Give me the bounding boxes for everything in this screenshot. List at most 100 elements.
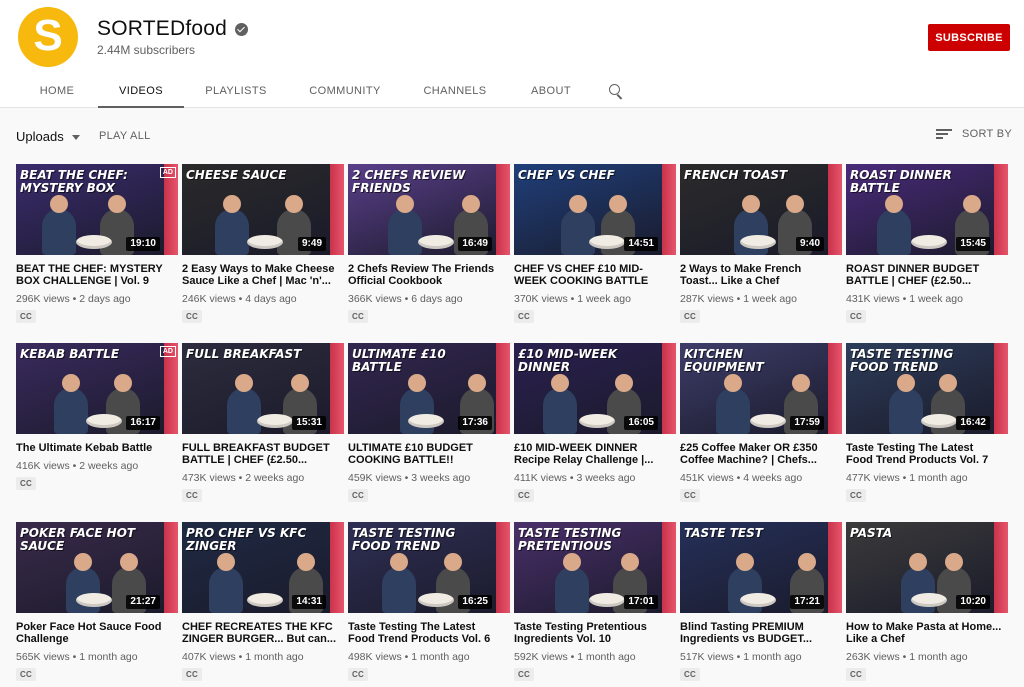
video-card[interactable]: ROAST DINNER BATTLE 15:45 ROAST DINNER B… xyxy=(846,164,1008,343)
video-card[interactable]: 2 Chefs Review FRIENDS 16:49 2 Chefs Rev… xyxy=(348,164,510,343)
video-title[interactable]: £10 MID-WEEK DINNER Recipe Relay Challen… xyxy=(514,442,676,466)
video-meta: 370K views • 1 week ago xyxy=(514,293,676,305)
sort-by-button[interactable]: SORT BY xyxy=(936,128,1012,140)
video-title[interactable]: BEAT THE CHEF: MYSTERY BOX CHALLENGE | V… xyxy=(16,263,178,287)
video-title[interactable]: £25 Coffee Maker OR £350 Coffee Machine?… xyxy=(680,442,842,466)
cc-badge: CC xyxy=(182,310,202,323)
video-card[interactable]: KEBAB BATTLE AD 16:17 The Ultimate Kebab… xyxy=(16,343,178,522)
video-card[interactable]: KITCHEN EQUIPMENT 17:59 £25 Coffee Maker… xyxy=(680,343,842,522)
video-title[interactable]: How to Make Pasta at Home... Like a Chef xyxy=(846,621,1008,645)
video-thumbnail[interactable]: TASTE TESTING Food Trend 16:25 xyxy=(348,522,510,613)
video-meta: 431K views • 1 week ago xyxy=(846,293,1008,305)
thumbnail-plate xyxy=(589,235,625,249)
cc-badge: CC xyxy=(514,668,534,681)
tab-search[interactable] xyxy=(594,74,634,108)
video-title[interactable]: 2 Ways to Make French Toast... Like a Ch… xyxy=(680,263,842,287)
video-title[interactable]: Blind Tasting PREMIUM Ingredients vs BUD… xyxy=(680,621,842,645)
thumbnail-text: KEBAB BATTLE xyxy=(20,347,120,361)
video-thumbnail[interactable]: 2 Chefs Review FRIENDS 16:49 xyxy=(348,164,510,255)
video-card[interactable]: ULTIMATE £10 BATTLE 17:36 ULTIMATE £10 B… xyxy=(348,343,510,522)
thumbnail-plate xyxy=(418,593,454,607)
video-card[interactable]: TASTE TESTING Food Trend 16:25 Taste Tes… xyxy=(348,522,510,687)
upload-age: 6 days ago xyxy=(411,293,463,305)
video-card[interactable]: PRO CHEF vs KFC ZINGER 14:31 CHEF RECREA… xyxy=(182,522,344,687)
tab-home[interactable]: HOME xyxy=(16,74,98,108)
search-icon xyxy=(608,83,624,99)
video-title[interactable]: Taste Testing The Latest Food Trend Prod… xyxy=(348,621,510,645)
video-thumbnail[interactable]: CHEF vs CHEF 14:51 xyxy=(514,164,676,255)
thumbnail-text: BEAT THE CHEF: MYSTERY BOX xyxy=(20,168,128,195)
video-title[interactable]: ULTIMATE £10 BUDGET COOKING BATTLE!! xyxy=(348,442,510,466)
video-card[interactable]: TASTE TESTING Pretentious 17:01 Taste Te… xyxy=(514,522,676,687)
video-card[interactable]: CHEF vs CHEF 14:51 CHEF VS CHEF £10 MID-… xyxy=(514,164,676,343)
cc-badge: CC xyxy=(182,489,202,502)
video-thumbnail[interactable]: TASTE TESTING Food Trend 16:42 xyxy=(846,343,1008,434)
thumbnail-plate xyxy=(247,593,283,607)
view-count: 263K views xyxy=(846,651,900,663)
cc-badge: CC xyxy=(514,310,534,323)
video-card[interactable]: CHEESE SAUCE 9:49 2 Easy Ways to Make Ch… xyxy=(182,164,344,343)
video-card[interactable]: POKER FACE hot sauce 21:27 Poker Face Ho… xyxy=(16,522,178,687)
channel-avatar[interactable]: S xyxy=(18,7,78,67)
tab-playlists[interactable]: PLAYLISTS xyxy=(184,74,288,108)
view-count: 411K views xyxy=(514,472,567,484)
thumbnail-text: TASTE TEST xyxy=(684,526,763,540)
video-thumbnail[interactable]: TASTE TESTING Pretentious 17:01 xyxy=(514,522,676,613)
video-title[interactable]: 2 Chefs Review The Friends Official Cook… xyxy=(348,263,510,287)
video-title[interactable]: FULL BREAKFAST BUDGET BATTLE | CHEF (£2.… xyxy=(182,442,344,466)
video-title[interactable]: Taste Testing The Latest Food Trend Prod… xyxy=(846,442,1008,466)
video-thumbnail[interactable]: FULL BREAKFAST 15:31 xyxy=(182,343,344,434)
video-thumbnail[interactable]: ROAST DINNER BATTLE 15:45 xyxy=(846,164,1008,255)
video-thumbnail[interactable]: BEAT THE CHEF: MYSTERY BOX AD 19:10 xyxy=(16,164,178,255)
video-title[interactable]: CHEF VS CHEF £10 MID-WEEK COOKING BATTLE xyxy=(514,263,676,287)
video-card[interactable]: TASTE TESTING Food Trend 16:42 Taste Tes… xyxy=(846,343,1008,522)
tab-community[interactable]: COMMUNITY xyxy=(288,74,402,108)
tab-channels[interactable]: CHANNELS xyxy=(402,74,508,108)
verified-check-icon xyxy=(235,22,248,36)
video-card[interactable]: TASTE TEST 17:21 Blind Tasting PREMIUM I… xyxy=(680,522,842,687)
video-card[interactable]: BEAT THE CHEF: MYSTERY BOX AD 19:10 BEAT… xyxy=(16,164,178,343)
video-title[interactable]: Poker Face Hot Sauce Food Challenge xyxy=(16,621,178,645)
video-card[interactable]: FRENCH TOAST 9:40 2 Ways to Make French … xyxy=(680,164,842,343)
video-thumbnail[interactable]: ULTIMATE £10 BATTLE 17:36 xyxy=(348,343,510,434)
thumbnail-book-spine xyxy=(330,343,344,434)
video-thumbnail[interactable]: PASTA 10:20 xyxy=(846,522,1008,613)
thumbnail-person-1 xyxy=(561,195,595,255)
play-all-button[interactable]: PLAY ALL xyxy=(99,130,151,142)
video-title[interactable]: CHEF RECREATES THE KFC ZINGER BURGER... … xyxy=(182,621,344,645)
video-thumbnail[interactable]: CHEESE SAUCE 9:49 xyxy=(182,164,344,255)
video-thumbnail[interactable]: KEBAB BATTLE AD 16:17 xyxy=(16,343,178,434)
thumbnail-text: KITCHEN EQUIPMENT xyxy=(684,347,764,374)
video-duration: 19:10 xyxy=(126,237,160,251)
video-thumbnail[interactable]: £10 MID-WEEK DINNER 16:05 xyxy=(514,343,676,434)
video-title[interactable]: ROAST DINNER BUDGET BATTLE | CHEF (£2.50… xyxy=(846,263,1008,287)
thumbnail-plate xyxy=(76,235,112,249)
video-title[interactable]: 2 Easy Ways to Make Cheese Sauce Like a … xyxy=(182,263,344,287)
video-title[interactable]: Taste Testing Pretentious Ingredients Vo… xyxy=(514,621,676,645)
thumbnail-book-spine xyxy=(662,343,676,434)
thumbnail-book-spine xyxy=(330,522,344,613)
video-title[interactable]: The Ultimate Kebab Battle xyxy=(16,442,178,454)
video-meta: 246K views • 4 days ago xyxy=(182,293,344,305)
video-thumbnail[interactable]: PRO CHEF vs KFC ZINGER 14:31 xyxy=(182,522,344,613)
video-card[interactable]: £10 MID-WEEK DINNER 16:05 £10 MID-WEEK D… xyxy=(514,343,676,522)
video-duration: 15:45 xyxy=(956,237,990,251)
thumbnail-text: FULL BREAKFAST xyxy=(186,347,302,361)
cc-badge: CC xyxy=(348,310,368,323)
video-card[interactable]: FULL BREAKFAST 15:31 FULL BREAKFAST BUDG… xyxy=(182,343,344,522)
video-duration: 17:59 xyxy=(790,416,824,430)
video-thumbnail[interactable]: KITCHEN EQUIPMENT 17:59 xyxy=(680,343,842,434)
thumbnail-person-1 xyxy=(382,553,416,613)
video-card[interactable]: PASTA 10:20 How to Make Pasta at Home...… xyxy=(846,522,1008,687)
thumbnail-plate xyxy=(911,593,947,607)
tab-videos[interactable]: VIDEOS xyxy=(98,74,184,108)
uploads-dropdown[interactable]: Uploads xyxy=(16,129,80,144)
tab-about[interactable]: ABOUT xyxy=(508,74,594,108)
video-thumbnail[interactable]: POKER FACE hot sauce 21:27 xyxy=(16,522,178,613)
cc-badge: CC xyxy=(348,489,368,502)
upload-age: 1 month ago xyxy=(743,651,802,663)
view-count: 565K views xyxy=(16,651,70,663)
video-thumbnail[interactable]: FRENCH TOAST 9:40 xyxy=(680,164,842,255)
subscribe-button[interactable]: SUBSCRIBE xyxy=(928,24,1010,51)
video-thumbnail[interactable]: TASTE TEST 17:21 xyxy=(680,522,842,613)
